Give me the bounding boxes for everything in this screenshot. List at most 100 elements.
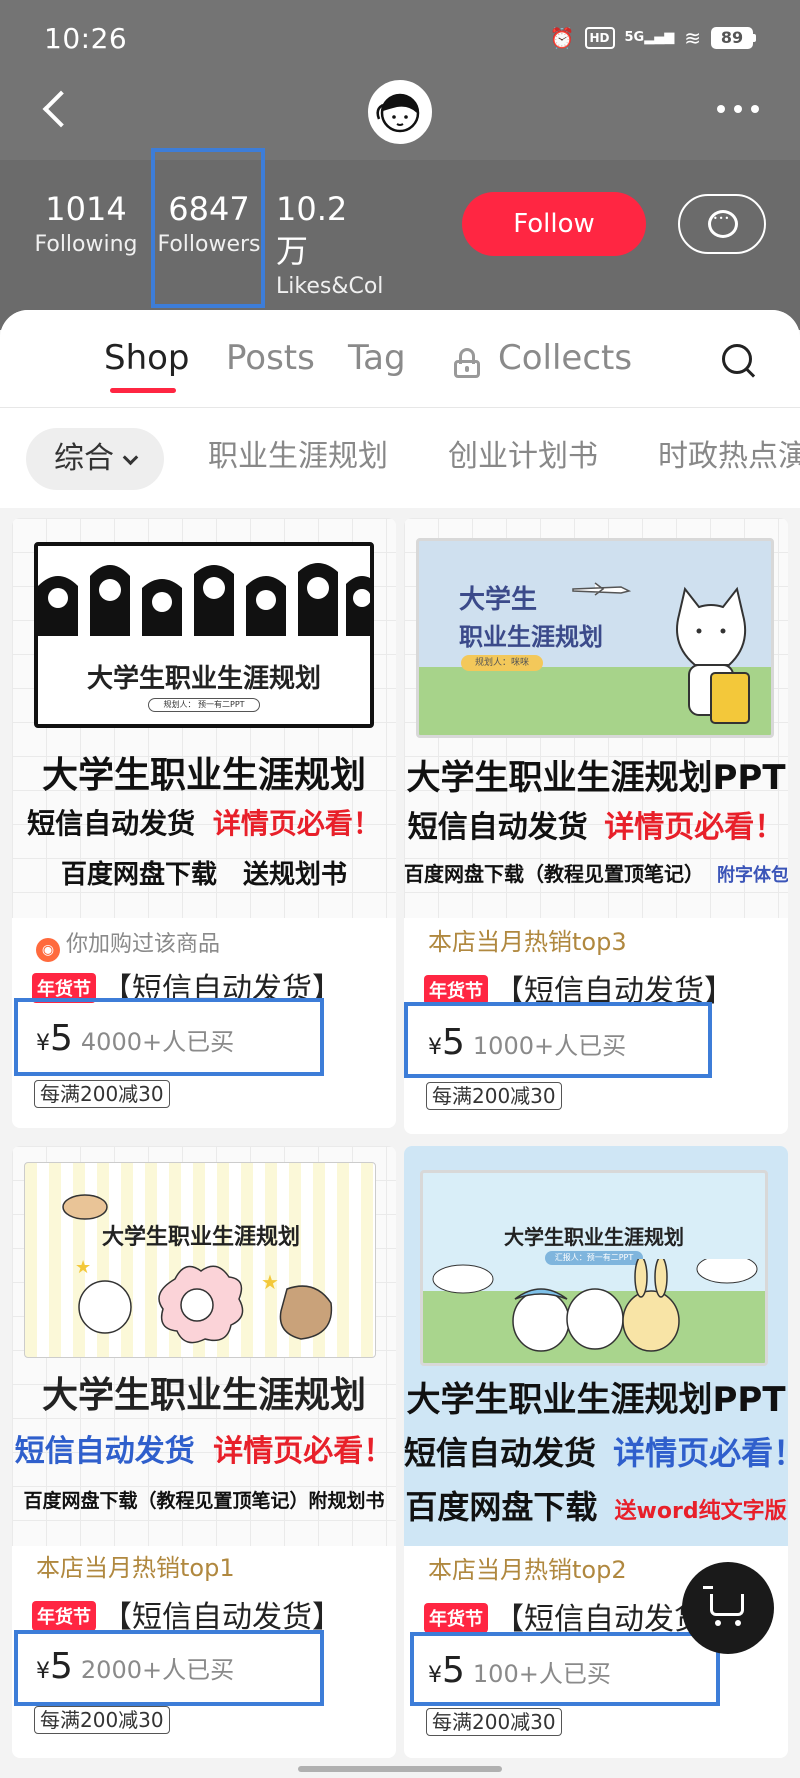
chat-bubble-icon [708,210,738,238]
slide-preview: 大学生 职业生涯规划 规划人：咪咪 [416,538,774,738]
slide-credit-label: 规划人： [163,700,196,709]
following-stat[interactable]: 1014 Following [34,188,138,260]
cart-badge-icon: ◉ [36,938,60,962]
tab-shop[interactable]: Shop [104,338,190,378]
thumb-caption-2a: 短信自动发货 [407,810,588,845]
battery-level: 89 [711,27,753,49]
likes-stat[interactable]: 10.2 万 Likes&Col [276,188,388,302]
thumb-caption-3: 百度网盘下载 送规划书 [60,860,347,890]
thumb-caption-1: 大学生职业生涯规划PPT [406,758,786,798]
sort-dropdown-label: 综合 [54,441,114,476]
chevron-left-icon[interactable] [36,86,80,136]
thumb-caption-2b: 详情页必看！ [212,807,381,840]
search-icon[interactable] [720,342,760,382]
filter-business-plan[interactable]: 创业计划书 [448,426,598,488]
thumb-caption-3: 百度网盘下载（教程见置顶笔记）附规划书 [23,1490,385,1512]
thumb-caption-2b: 详情页必看！ [613,1434,788,1472]
promo-badge: 每满200减30 [426,1708,562,1736]
following-label: Following [34,232,138,257]
following-count: 1014 [45,190,127,228]
thumb-caption-3a: 百度网盘下载（教程见置顶笔记） [404,862,704,886]
airplane-illustration [572,582,631,596]
promo-badge: 每满200减30 [34,1080,170,1108]
battery-icon: 89 [711,27,756,49]
profile-header: 10:26 ⏰ HD 5G▂▄▆ ≋ 89 1014 Following 684… [0,0,800,330]
filter-current-affairs[interactable]: 时政热点演 [658,426,800,488]
thumb-caption-3a: 百度网盘下载 [405,1488,598,1526]
svg-text:★: ★ [261,1270,279,1294]
hd-icon: HD [584,27,615,49]
profile-stats: 1014 Following 6847 Followers 10.2 万 Lik… [0,180,800,300]
avatar[interactable] [368,80,432,144]
status-bar: 10:26 ⏰ HD 5G▂▄▆ ≋ 89 [0,0,800,78]
shopping-cart-icon[interactable] [682,1562,774,1654]
slide-credit: 规划人： 预一有二PPT [148,698,260,712]
price-highlight-box [404,1002,712,1078]
product-thumbnail: 大学生职业生涯规划 ★ ★ 大学生职业生涯规划 短信自动发货 详情页必看！ 百度… [12,1146,396,1546]
slide-preview: 大学生职业生涯规划 规划人： 预一有二PPT [34,542,374,728]
active-tab-indicator [110,388,176,393]
likes-label: Likes&Col [276,274,384,299]
svg-text:★: ★ [75,1257,91,1278]
product-meta: 本店当月热销top2 [428,1556,627,1584]
chevron-down-icon [122,449,139,466]
thumb-caption-3b: 附字体包 [716,865,788,886]
price-highlight-box [14,998,324,1076]
thumb-caption-2a: 短信自动发货 [27,807,196,840]
festival-tag: 年货节 [32,1601,96,1631]
tab-collects[interactable]: Collects [498,338,632,378]
tab-bar: Shop Posts Tag Collects [0,310,800,408]
thumb-caption-2: 短信自动发货 详情页必看！ [12,802,396,842]
thumb-caption-2b: 详情页必看！ [604,810,785,845]
thumb-caption-1: 大学生职业生涯规划PPT [406,1380,786,1420]
filter-career-plan[interactable]: 职业生涯规划 [208,426,388,488]
slide-title: 大学生职业生涯规划 [101,1225,300,1250]
bears-illustration: ★ ★ [75,1257,333,1344]
thumb-caption-2: 短信自动发货 详情页必看！ [404,802,788,846]
sort-dropdown[interactable]: 综合 [26,428,164,490]
slide-title: 大学生职业生涯规划 [86,664,321,694]
price-highlight-box [14,1630,324,1706]
message-button[interactable] [678,194,766,254]
more-dots-icon[interactable] [710,94,766,124]
status-icons: ⏰ HD 5G▂▄▆ ≋ 89 [550,26,756,50]
slide-title: 大学生职业生涯规划 [504,1225,684,1249]
thumb-caption-2a: 短信自动发货 [404,1434,597,1472]
slide-title: 大学生 [459,585,538,615]
battery-tip [753,34,756,42]
follow-button[interactable]: Follow [462,192,646,256]
signal-icon: 5G▂▄▆ [624,30,675,45]
thumb-caption-2a: 短信自动发货 [14,1434,195,1469]
crowd-illustration [38,546,370,636]
avatar-drawing [376,93,420,133]
alarm-icon: ⏰ [549,26,575,50]
slide-title-2: 职业生涯规划 [459,623,603,651]
promo-badge: 每满200减30 [34,1706,170,1734]
thumb-caption-1: 大学生职业生涯规划 [41,1375,366,1416]
thumb-caption-2b: 详情页必看！ [213,1434,394,1469]
thumb-caption-2: 短信自动发货 详情页必看！ [12,1426,396,1470]
slide-credit-name: 预一有二PPT [198,700,245,709]
wifi-icon: ≋ [684,26,701,50]
filter-bar: 综合 职业生涯规划 创业计划书 时政热点演 [0,408,800,508]
tab-posts[interactable]: Posts [226,338,315,378]
thumb-caption-1: 大学生职业生涯规划 [41,755,366,796]
top-nav [0,78,800,148]
thumb-caption-3b: 送word纯文字版 [614,1499,787,1524]
slide-preview: 大学生职业生涯规划 ★ ★ [24,1162,376,1358]
status-time: 10:26 [44,22,128,55]
festival-tag: 年货节 [424,975,488,1005]
product-meta: 本店当月热销top1 [36,1554,235,1582]
product-meta: 本店当月热销top3 [428,928,627,956]
product-thumbnail: 大学生职业生涯规划 汇报人：预一有二PPT 大学生职业生涯规划PPT 短信自动发… [404,1146,788,1546]
tab-tag[interactable]: Tag [348,338,406,378]
festival-tag: 年货节 [424,1603,488,1633]
sleeping-bear-illustration [62,1194,108,1220]
home-indicator[interactable] [298,1766,502,1772]
followers-highlight-box [151,148,265,308]
chiikawa-illustration [432,1259,758,1352]
slide-credit: 规划人：咪咪 [461,655,543,671]
product-thumbnail: 大学生职业生涯规划 规划人： 预一有二PPT 大学生职业生涯规划 短信自动发货 … [12,518,396,918]
lock-icon [454,348,480,378]
thumb-caption-3: 百度网盘下载（教程见置顶笔记） 附字体包 [404,858,788,887]
